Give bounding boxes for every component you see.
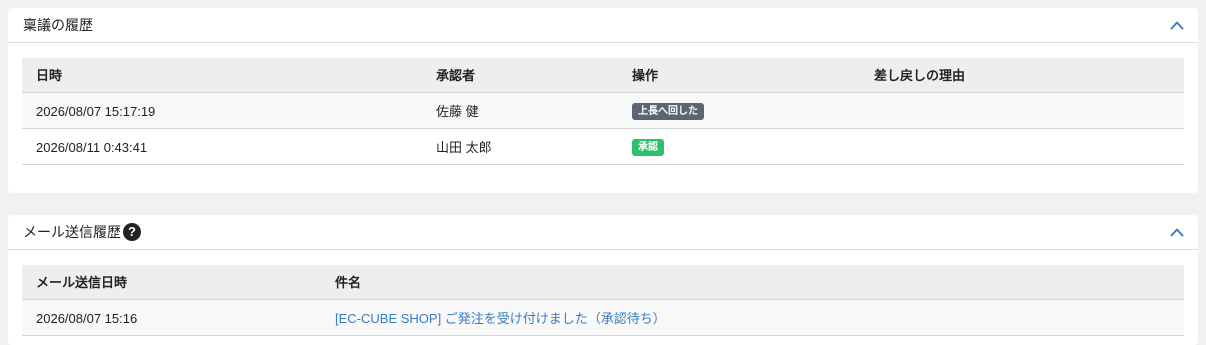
row-approver: 山田 太郎 [436,140,492,155]
table-row: 2026/08/07 15:17:19 佐藤 健 上長へ回した [22,93,1184,129]
row-mail-datetime: 2026/08/07 15:16 [36,311,138,326]
approval-history-table: 日時 承認者 操作 差し戻しの理由 2026/08/07 15:17:19 佐藤… [22,58,1184,165]
help-icon[interactable]: ? [123,223,141,241]
table-header: メール送信日時 件名 [22,265,1184,300]
column-header-subject: 件名 [335,275,362,290]
approval-history-header[interactable]: 稟議の履歴 [8,8,1198,43]
column-header-reason: 差し戻しの理由 [874,68,966,83]
table-row: 2026/08/11 0:43:41 山田 太郎 承認 [22,129,1184,165]
mail-history-card: メール送信履歴 ? メール送信日時 件名 2026/08/07 15:16 [E… [8,215,1198,345]
mail-history-header[interactable]: メール送信履歴 ? [8,215,1198,250]
approval-history-card: 稟議の履歴 日時 承認者 操作 差し戻しの理由 2026/08/07 15:17… [8,8,1198,193]
mail-subject-link[interactable]: [EC-CUBE SHOP] ご発注を受け付けました（承認待ち） [335,311,666,326]
column-header-datetime: 日時 [36,68,63,83]
row-datetime: 2026/08/07 15:17:19 [36,104,156,119]
chevron-up-icon[interactable] [1170,227,1184,237]
table-header: 日時 承認者 操作 差し戻しの理由 [22,58,1184,93]
status-badge: 承認 [632,139,664,156]
row-datetime: 2026/08/11 0:43:41 [36,140,148,155]
approval-history-title: 稟議の履歴 [23,17,93,33]
mail-history-table: メール送信日時 件名 2026/08/07 15:16 [EC-CUBE SHO… [22,265,1184,336]
column-header-action: 操作 [632,68,659,83]
chevron-up-icon[interactable] [1170,20,1184,30]
row-approver: 佐藤 健 [436,104,479,119]
column-header-approver: 承認者 [436,68,476,83]
mail-history-title: メール送信履歴 [23,224,121,240]
status-badge: 上長へ回した [632,103,704,120]
table-row: 2026/08/07 15:16 [EC-CUBE SHOP] ご発注を受け付け… [22,300,1184,336]
column-header-mail-datetime: メール送信日時 [36,275,128,290]
